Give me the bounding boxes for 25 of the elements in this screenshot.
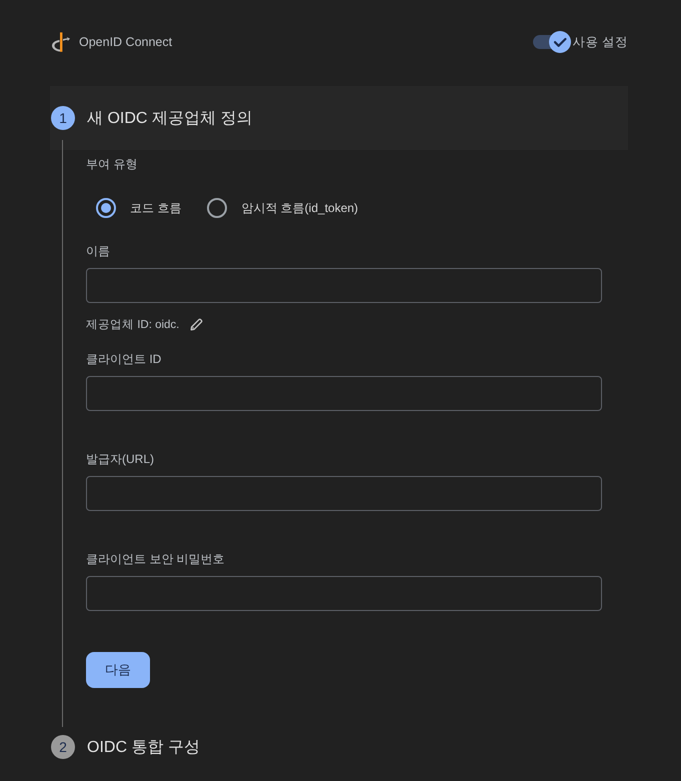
input-field[interactable]: [86, 376, 602, 411]
field-label: 클라이언트 ID: [86, 351, 162, 367]
step-title: OIDC 통합 구성: [87, 738, 200, 758]
step-number: 1: [51, 106, 75, 130]
step-number: 2: [51, 735, 75, 759]
radio-option[interactable]: 암시적 흐름(id_token): [197, 188, 358, 228]
input-field[interactable]: [86, 476, 602, 511]
input-field[interactable]: [86, 576, 602, 611]
next-button[interactable]: 다음: [86, 652, 150, 688]
logo-icon: [51, 32, 70, 52]
switch-thumb-icon: [548, 31, 571, 53]
field-label: 클라이언트 보안 비밀번호: [86, 551, 225, 567]
step-header[interactable]: 1 새 OIDC 제공업체 정의: [50, 86, 628, 150]
step-title: 새 OIDC 제공업체 정의: [87, 108, 252, 128]
step-header[interactable]: 2 OIDC 통합 구성: [50, 715, 628, 779]
radio-option[interactable]: 코드 흐름: [86, 188, 182, 228]
field-label: 부여 유형: [86, 156, 138, 172]
toggle-label: 사용 설정: [572, 34, 628, 50]
app-title: OpenID Connect: [79, 35, 172, 49]
field-label: 발급자(URL): [86, 451, 154, 467]
toggle-switch[interactable]: [532, 31, 571, 53]
field-label: 이름: [86, 243, 110, 259]
pencil-icon[interactable]: [190, 318, 204, 330]
input-field[interactable]: [86, 268, 602, 303]
helper-text: 제공업체 ID: oidc.: [86, 318, 180, 332]
